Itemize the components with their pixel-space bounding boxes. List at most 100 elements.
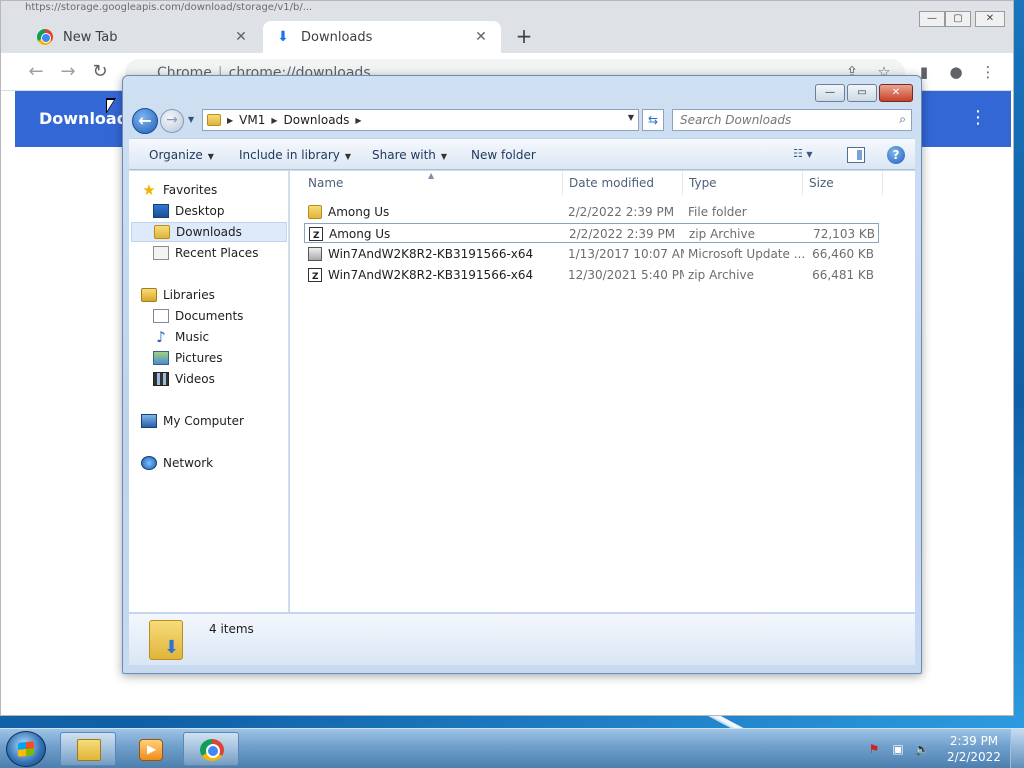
preview-pane-button[interactable] (847, 147, 865, 163)
close-tab-icon[interactable]: ✕ (473, 29, 489, 45)
close-button[interactable]: ✕ (975, 11, 1005, 27)
address-dropdown-icon[interactable]: ▼ (628, 113, 634, 122)
maximize-button[interactable]: ▢ (945, 11, 971, 27)
search-input[interactable] (673, 110, 883, 130)
column-header-type[interactable]: Type (683, 171, 803, 195)
back-icon[interactable]: ← (25, 61, 47, 83)
reload-icon[interactable]: ↻ (89, 61, 111, 83)
breadcrumb-downloads[interactable]: Downloads (284, 113, 350, 127)
folder-icon (308, 205, 322, 219)
recent-pages-chevron-icon[interactable]: ▼ (188, 114, 198, 126)
details-view-icon: ☷ (793, 147, 803, 160)
chrome-icon (37, 29, 53, 45)
file-type: zip Archive (689, 227, 755, 241)
breadcrumb-arrow-icon[interactable]: ▶ (227, 116, 233, 125)
nav-pictures[interactable]: Pictures (153, 348, 287, 368)
computer-icon (141, 414, 157, 428)
file-name: Win7AndW2K8R2-KB3191566-x64 (328, 247, 534, 261)
maximize-button[interactable]: ▭ (847, 84, 877, 102)
change-view-button[interactable]: ☷ ▼ (793, 147, 829, 163)
tab-label: Downloads (301, 29, 373, 45)
file-date: 12/30/2021 5:40 PM (568, 268, 684, 282)
new-folder-button[interactable]: New folder (471, 148, 536, 162)
start-button[interactable] (6, 731, 46, 767)
breadcrumb-vm1[interactable]: VM1 (239, 113, 265, 127)
minimize-button[interactable]: — (815, 84, 845, 102)
file-row[interactable]: Win7AndW2K8R2-KB3191566-x64 1/13/2017 10… (304, 244, 879, 264)
file-list: Name ▲ Date modified Type Size Among Us … (290, 171, 915, 612)
close-tab-icon[interactable]: ✕ (233, 29, 249, 45)
explorer-icon (77, 739, 101, 761)
window-title-url: https://storage.googleapis.com/download/… (25, 2, 313, 13)
nav-videos[interactable]: Videos (153, 369, 287, 389)
minimize-button[interactable]: — (919, 11, 945, 27)
nav-recent-places[interactable]: Recent Places (153, 243, 287, 263)
nav-label: Documents (175, 309, 244, 323)
msu-icon (308, 247, 322, 261)
include-in-library-menu[interactable]: Include in library ▼ (239, 148, 351, 162)
navigation-pane: ★ Favorites Desktop Downloads Recent Plac… (129, 171, 289, 612)
nav-label: Pictures (175, 351, 223, 365)
command-bar: Organize ▼ Include in library ▼ Share with… (129, 138, 915, 170)
network-icon (141, 456, 157, 470)
forward-button[interactable]: → (160, 109, 184, 133)
nav-favorites[interactable]: ★ Favorites (141, 180, 287, 200)
back-button[interactable]: ← (132, 108, 158, 134)
nav-downloads[interactable]: Downloads (131, 222, 287, 242)
nav-my-computer[interactable]: My Computer (141, 411, 287, 431)
file-row[interactable]: Among Us 2/2/2022 2:39 PM File folder (304, 202, 879, 222)
volume-icon[interactable]: 🔈 (914, 741, 930, 757)
new-tab-button[interactable]: + (513, 25, 535, 47)
forward-icon[interactable]: → (57, 61, 79, 83)
network-tray-icon[interactable]: ▣ (890, 741, 906, 757)
file-row[interactable]: Win7AndW2K8R2-KB3191566-x64 12/30/2021 5… (304, 265, 879, 287)
file-name: Among Us (328, 205, 390, 219)
chrome-menu-icon[interactable]: ⋮ (977, 61, 999, 83)
more-actions-icon[interactable]: ⋮ (969, 107, 987, 128)
taskbar-explorer-button[interactable] (60, 732, 116, 766)
include-in-library-label: Include in library (239, 148, 340, 162)
file-name: Among Us (329, 227, 391, 241)
address-bar[interactable]: ▶ VM1 ▶ Downloads ▶ ▼ (202, 109, 639, 131)
action-center-flag-icon[interactable]: ⚑ (866, 741, 882, 757)
recent-places-icon (153, 246, 169, 260)
tab-downloads[interactable]: ⬇ Downloads ✕ (263, 21, 501, 53)
nav-documents[interactable]: Documents (153, 306, 287, 326)
videos-icon (153, 372, 169, 386)
taskbar-media-player-button[interactable] (122, 732, 178, 766)
share-with-label: Share with (372, 148, 436, 162)
nav-libraries[interactable]: Libraries (141, 285, 287, 305)
show-desktop-button[interactable] (1010, 729, 1024, 768)
organize-menu[interactable]: Organize ▼ (149, 148, 214, 162)
breadcrumb-arrow-icon[interactable]: ▶ (355, 116, 361, 125)
nav-label: Libraries (163, 288, 215, 302)
nav-label: My Computer (163, 414, 244, 428)
tab-label: New Tab (63, 29, 118, 45)
breadcrumb-arrow-icon[interactable]: ▶ (271, 116, 277, 125)
file-row[interactable]: Among Us 2/2/2022 2:39 PM zip Archive 72… (304, 223, 879, 246)
share-with-menu[interactable]: Share with ▼ (372, 148, 447, 162)
profile-avatar-icon[interactable]: ● (945, 61, 967, 83)
taskbar-chrome-button[interactable] (183, 732, 239, 766)
tab-new-tab[interactable]: New Tab ✕ (25, 21, 261, 53)
explorer-window: — ▭ ✕ ← → ▼ ▶ VM1 ▶ Downloads ▶ ▼ ⇆ ⌕ Or… (122, 75, 922, 674)
column-header-date-modified[interactable]: Date modified (563, 171, 683, 195)
search-box[interactable]: ⌕ (672, 109, 912, 131)
refresh-button[interactable]: ⇆ (642, 109, 664, 131)
search-icon[interactable]: ⌕ (899, 112, 906, 127)
column-header-size[interactable]: Size (803, 171, 883, 195)
chevron-down-icon: ▼ (806, 150, 813, 159)
nav-network[interactable]: Network (141, 453, 287, 473)
star-icon: ★ (142, 181, 156, 199)
nav-desktop[interactable]: Desktop (153, 201, 287, 221)
chevron-down-icon: ▼ (344, 152, 352, 161)
help-icon[interactable]: ? (887, 146, 905, 164)
zip-icon (309, 226, 323, 246)
nav-music[interactable]: ♪ Music (153, 327, 287, 347)
close-button[interactable]: ✕ (879, 84, 913, 102)
nav-label: Music (175, 330, 210, 344)
file-size: 72,103 KB (813, 227, 875, 241)
nav-label: Network (163, 456, 214, 470)
system-clock[interactable]: 2:39 PM 2/2/2022 (944, 733, 1004, 765)
file-type: Microsoft Update ... (688, 247, 804, 261)
